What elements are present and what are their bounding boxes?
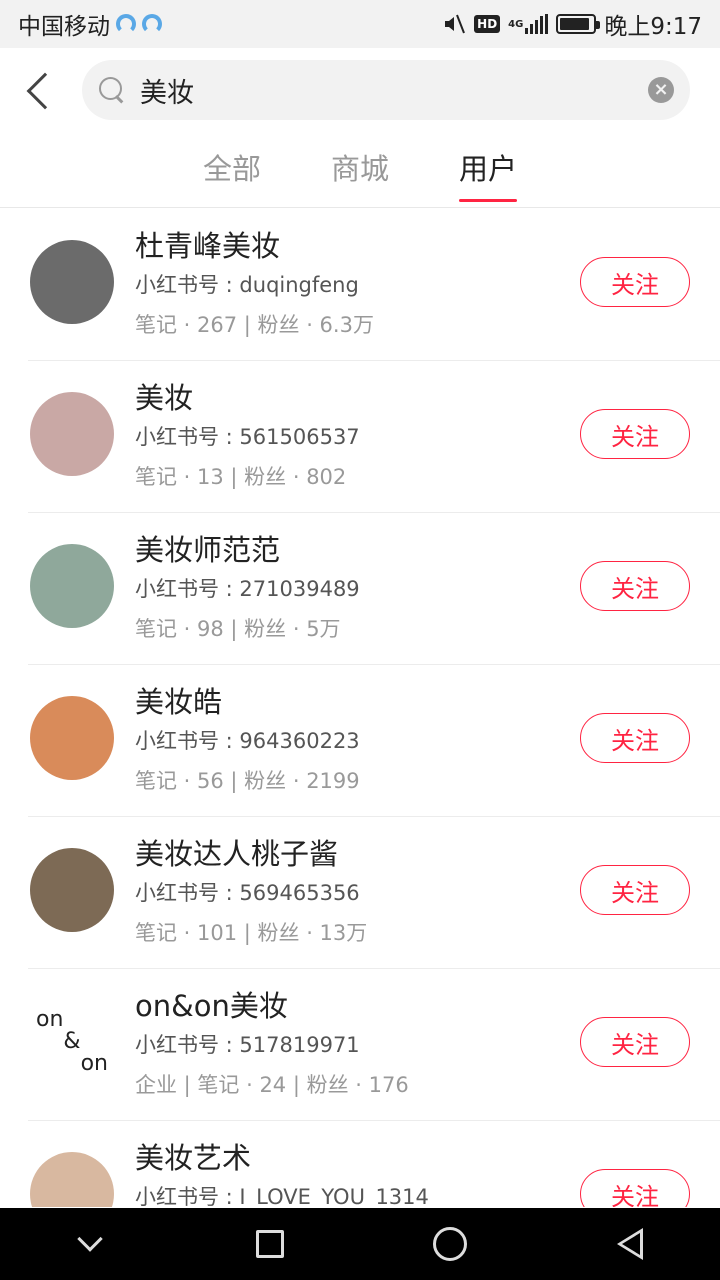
battery-icon [556, 14, 601, 34]
status-bar: 中国移动 HD 4G 晚上9:17 [0, 0, 720, 48]
user-id: 小红书号 : I_LOVE_YOU_1314 [135, 1185, 429, 1207]
user-name: 美妆艺术 [135, 1141, 252, 1175]
list-item[interactable]: 美妆 小红书号 : 561506537 笔记 · 13 | 粉丝 · 802 关… [28, 361, 720, 513]
list-item[interactable]: 杜青峰美妆 小红书号 : duqingfeng 笔记 · 267 | 粉丝 · … [28, 209, 720, 361]
tab-all[interactable]: 全部 [203, 134, 261, 208]
mute-icon [442, 12, 466, 36]
avatar[interactable] [30, 544, 114, 628]
follow-button[interactable]: 关注 [580, 561, 690, 611]
user-stats: 笔记 · 56 | 粉丝 · 2199 [135, 769, 360, 793]
signal-bars [525, 14, 549, 34]
status-right: HD 4G 晚上9:17 [442, 7, 702, 41]
user-id: 小红书号 : 561506537 [135, 425, 360, 449]
user-name: 美妆达人桃子酱 [135, 837, 339, 871]
follow-button[interactable]: 关注 [580, 409, 690, 459]
list-item[interactable]: on & on on&on美妆 小红书号 : 517819971 企业 | 笔记… [28, 969, 720, 1121]
search-query[interactable]: 美妆 [140, 71, 648, 110]
user-id: 小红书号 : 517819971 [135, 1033, 360, 1057]
network-label: 4G [508, 18, 524, 30]
nav-recents-button[interactable] [230, 1208, 310, 1280]
user-id: 小红书号 : 271039489 [135, 577, 360, 601]
carrier-name: 中国移动 [18, 14, 110, 40]
status-left: 中国移动 [18, 7, 162, 41]
follow-button[interactable]: 关注 [580, 1169, 690, 1207]
nav-down-button[interactable] [50, 1208, 130, 1280]
user-name: 美妆 [135, 381, 194, 415]
list-item[interactable]: 美妆师范范 小红书号 : 271039489 笔记 · 98 | 粉丝 · 5万… [28, 513, 720, 665]
user-stats: 企业 | 笔记 · 24 | 粉丝 · 176 [135, 1073, 409, 1097]
back-button[interactable] [0, 48, 82, 134]
avatar[interactable]: on & on [30, 1000, 114, 1084]
nav-back-icon [617, 1228, 643, 1260]
nav-recents-icon [256, 1230, 284, 1258]
user-stats: 笔记 · 267 | 粉丝 · 6.3万 [135, 313, 374, 337]
nav-home-icon [433, 1227, 467, 1261]
avatar-logo-line3: on [80, 1051, 108, 1076]
user-name: on&on美妆 [135, 989, 288, 1023]
user-id: 小红书号 : 964360223 [135, 729, 360, 753]
follow-button[interactable]: 关注 [580, 257, 690, 307]
list-item[interactable]: 美妆达人桃子酱 小红书号 : 569465356 笔记 · 101 | 粉丝 ·… [28, 817, 720, 969]
follow-button[interactable]: 关注 [580, 713, 690, 763]
avatar[interactable] [30, 848, 114, 932]
avatar[interactable] [30, 240, 114, 324]
follow-button[interactable]: 关注 [580, 865, 690, 915]
search-icon [98, 76, 126, 104]
user-name: 杜青峰美妆 [135, 229, 281, 263]
system-nav-bar [0, 1208, 720, 1280]
avatar[interactable] [30, 1152, 114, 1207]
nav-back-button[interactable] [590, 1208, 670, 1280]
status-time: 晚上9:17 [604, 14, 702, 40]
user-stats: 笔记 · 101 | 粉丝 · 13万 [135, 921, 368, 945]
search-header: 美妆 × [0, 48, 720, 134]
user-id: 小红书号 : duqingfeng [135, 273, 359, 297]
avatar[interactable] [30, 696, 114, 780]
avatar-logo-line1: on [36, 1007, 64, 1032]
user-name: 美妆皓 [135, 685, 223, 719]
avatar-logo-line2: & [63, 1029, 81, 1054]
tab-mall[interactable]: 商城 [331, 134, 389, 208]
nav-down-icon [77, 1226, 103, 1252]
hd-icon: HD [474, 15, 501, 33]
user-id: 小红书号 : 569465356 [135, 881, 360, 905]
avatar[interactable] [30, 392, 114, 476]
list-item[interactable]: 美妆皓 小红书号 : 964360223 笔记 · 56 | 粉丝 · 2199… [28, 665, 720, 817]
follow-button[interactable]: 关注 [580, 1017, 690, 1067]
user-stats: 笔记 · 13 | 粉丝 · 802 [135, 465, 347, 489]
search-input[interactable]: 美妆 × [82, 60, 690, 120]
list-item[interactable]: 美妆艺术 小红书号 : I_LOVE_YOU_1314 关注 [28, 1121, 720, 1207]
carrier-icon [116, 14, 136, 34]
clear-icon[interactable]: × [648, 77, 674, 103]
user-list: 杜青峰美妆 小红书号 : duqingfeng 笔记 · 267 | 粉丝 · … [0, 209, 720, 1207]
user-name: 美妆师范范 [135, 533, 281, 567]
tab-bar: 全部 商城 用户 [0, 134, 720, 208]
signal-icon: 4G [508, 14, 549, 34]
carrier-icon-2 [142, 14, 162, 34]
nav-home-button[interactable] [410, 1208, 490, 1280]
user-stats: 笔记 · 98 | 粉丝 · 5万 [135, 617, 341, 641]
back-arrow-icon [26, 72, 64, 110]
tab-users[interactable]: 用户 [459, 134, 518, 208]
